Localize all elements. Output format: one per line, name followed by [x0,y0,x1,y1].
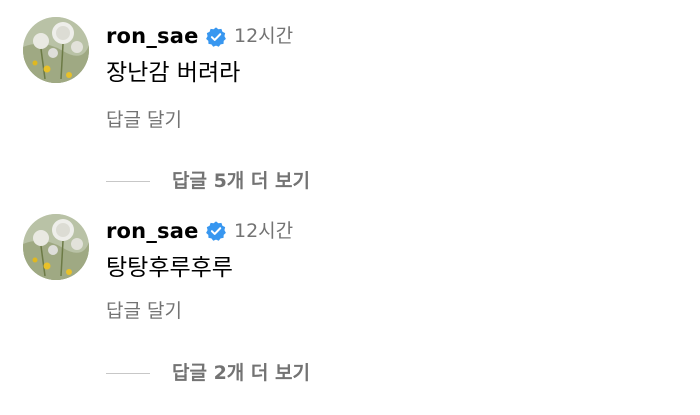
verified-badge-icon [206,221,226,241]
divider-line [106,180,150,182]
reply-button[interactable]: 답글 달기 [106,298,182,324]
view-replies-button[interactable]: 답글 5개 더 보기 [106,168,310,194]
username[interactable]: ron_sae [106,23,199,49]
avatar[interactable] [23,17,89,83]
comment-timestamp: 12시간 [234,220,294,242]
reply-button[interactable]: 답글 달기 [106,107,182,133]
view-replies-button[interactable]: 답글 2개 더 보기 [106,360,310,386]
avatar-photo [23,214,89,280]
verified-badge-icon [206,27,226,47]
view-replies-label: 답글 2개 더 보기 [172,362,310,384]
divider-line [106,372,150,374]
comment-text: 탕탕후루후루 [106,255,233,281]
comment-timestamp: 12시간 [234,25,294,47]
username[interactable]: ron_sae [106,218,199,244]
avatar-photo [23,17,89,83]
view-replies-label: 답글 5개 더 보기 [172,170,310,192]
avatar[interactable] [23,214,89,280]
comment-text: 장난감 버려라 [106,60,241,86]
